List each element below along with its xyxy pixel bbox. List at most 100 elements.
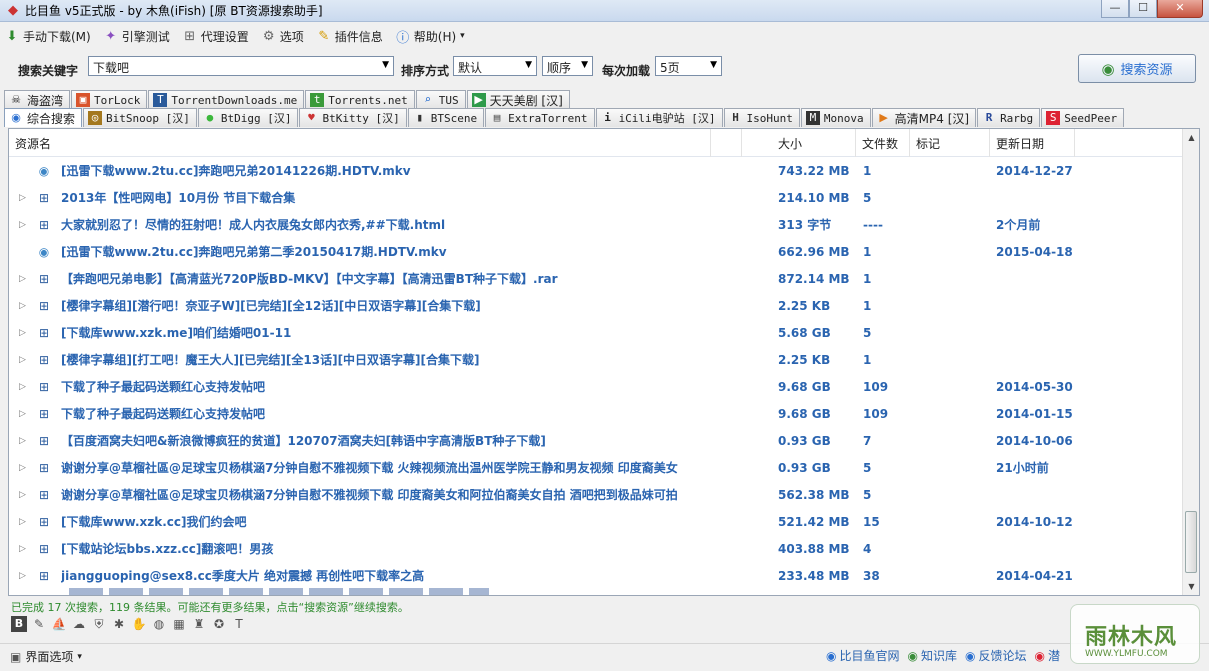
expand-arrow-icon[interactable]: ▷ [19, 482, 26, 509]
tab-pirate-bay[interactable]: ☠ 海盗湾 [4, 90, 71, 109]
row-date: 2014-01-15 [996, 407, 1073, 421]
column-header-mark[interactable]: 标记 [910, 129, 990, 157]
expand-arrow-icon[interactable]: ▷ [19, 374, 26, 401]
scroll-down-arrow-icon[interactable]: ▼ [1183, 578, 1199, 595]
tab-rarbg[interactable]: R Rarbg [977, 108, 1041, 127]
expand-arrow-icon[interactable]: ▷ [19, 293, 26, 320]
ball-icon[interactable]: ◍ [151, 616, 167, 632]
boat-icon[interactable]: ⛵ [51, 616, 67, 632]
hand-icon[interactable]: ✋ [131, 616, 147, 632]
expand-arrow-icon[interactable]: ▷ [19, 401, 26, 428]
pen-icon[interactable]: ✎ [31, 616, 47, 632]
link-label: 反馈论坛 [978, 649, 1027, 663]
shield-icon[interactable]: ⛨ [91, 616, 107, 632]
menu-manual-download[interactable]: ⬇ 手动下载(M) [4, 28, 91, 45]
menu-options[interactable]: ⚙ 选项 [261, 28, 304, 45]
wand-icon: ✦ [105, 28, 117, 44]
spider-icon[interactable]: ✱ [111, 616, 127, 632]
expand-arrow-icon[interactable]: ▷ [19, 455, 26, 482]
scroll-thumb[interactable] [1185, 511, 1197, 573]
tab-torrents-net[interactable]: t Torrents.net [305, 90, 415, 109]
table-row[interactable]: ▷ ⊞ 大家就别忍了！尽情的狂射吧！成人内衣展兔女郎内衣秀,##下载.html … [9, 212, 1183, 239]
cloud-icon[interactable]: ☁ [71, 616, 87, 632]
table-row[interactable]: ▷ ⊞ jiangguoping@sex8.cc季度大片 绝对震撼 再创性吧下载… [9, 563, 1183, 590]
bitsnoop-icon[interactable]: B [11, 616, 27, 632]
column-header-files[interactable]: 文件数 [856, 129, 910, 157]
minimize-button[interactable]: — [1101, 0, 1129, 18]
scroll-up-arrow-icon[interactable]: ▲ [1183, 129, 1199, 146]
vertical-scrollbar[interactable]: ▲ ▼ [1182, 129, 1199, 595]
folder-tree-icon: ⊞ [38, 380, 50, 394]
tab-seedpeer[interactable]: S SeedPeer [1041, 108, 1125, 127]
sort-select[interactable]: 默认 ▼ [453, 56, 537, 76]
menu-engine-test[interactable]: ✦ 引擎测试 [103, 28, 170, 45]
table-row[interactable]: ▷ ⊞ [下载库www.xzk.cc]我们约会吧 521.42 MB 15 20… [9, 509, 1183, 536]
gear-icon: ⚙ [262, 28, 275, 44]
expand-arrow-icon[interactable]: ▷ [19, 347, 26, 374]
menu-label: 代理设置 [200, 29, 249, 44]
tab-btkitty[interactable]: ♥ BtKitty [汉] [299, 108, 407, 127]
table-row[interactable]: ▷ ⊞ [樱律字幕组][打工吧！魔王大人][已完结][全13话][中日双语字幕]… [9, 347, 1183, 374]
tab-tus[interactable]: ⌕ TUS [415, 90, 466, 109]
tab-btscene[interactable]: ▮ BTScene [407, 108, 485, 127]
table-row[interactable]: ▷ ⊞ 下载了种子最起码送颗红心支持发帖吧 9.68 GB 109 2014-0… [9, 374, 1183, 401]
menu-plugin-info[interactable]: ✎ 插件信息 [316, 28, 382, 45]
monova-icon: M [805, 111, 820, 125]
table-row[interactable]: ▷ ⊞ 2013年【性吧网电】10月份 节目下载合集 214.10 MB 5 [9, 185, 1183, 212]
menu-label: 引擎测试 [121, 29, 170, 44]
row-files: 5 [863, 488, 872, 502]
expand-arrow-icon[interactable]: ▷ [19, 266, 26, 293]
tab-isohunt[interactable]: H IsoHunt [723, 108, 800, 127]
menu-help[interactable]: ⓘ 帮助(H) ▾ [395, 27, 464, 46]
row-name: 谢谢分享@草榴社區@足球宝贝杨棋涵7分钟自慰不雅视频下载 火辣视频流出温州医学院… [61, 461, 678, 475]
column-header-name[interactable]: 资源名 [9, 129, 711, 157]
ui-options-menu[interactable]: ▣ 界面选项 ▾ [10, 648, 82, 665]
film-icon[interactable]: ▦ [171, 616, 187, 632]
expand-arrow-icon[interactable]: ▷ [19, 563, 26, 590]
expand-arrow-icon[interactable]: ▷ [19, 212, 26, 239]
tz-icon[interactable]: T [231, 616, 247, 632]
column-header-size[interactable]: 大小 [772, 129, 856, 157]
table-row[interactable]: ▷ ⊞ 谢谢分享@草榴社區@足球宝贝杨棋涵7分钟自慰不雅视频下载 印度裔美女和阿… [9, 482, 1183, 509]
link-weibo[interactable]: ◉ 潜 [1035, 647, 1061, 664]
table-row[interactable]: ◉ [迅雷下载www.2tu.cc]奔跑吧兄弟20141226期.HDTV.mk… [9, 158, 1183, 185]
tab-bitsnoop[interactable]: ◎ BitSnoop [汉] [83, 108, 197, 127]
expand-arrow-icon[interactable]: ▷ [19, 536, 26, 563]
table-row[interactable]: ▷ ⊞ 【奔跑吧兄弟电影】【高清蓝光720P版BD-MKV】【中文字幕】【高清迅… [9, 266, 1183, 293]
table-row[interactable]: ▷ ⊞ 下载了种子最起码送颗红心支持发帖吧 9.68 GB 109 2014-0… [9, 401, 1183, 428]
star-icon[interactable]: ✪ [211, 616, 227, 632]
expand-arrow-icon[interactable]: ▷ [19, 509, 26, 536]
link-knowledge-base[interactable]: ◉ 知识库 [908, 647, 958, 664]
folder-tree-icon: ⊞ [38, 353, 50, 367]
order-select[interactable]: 顺序 ▼ [542, 56, 593, 76]
table-row[interactable]: ▷ ⊞ [下载站论坛bbs.xzz.cc]翻滚吧！男孩 403.88 MB 4 [9, 536, 1183, 563]
tab-tiantian-meiju[interactable]: ▶ 天天美剧 [汉] [466, 90, 570, 109]
tab-btdigg[interactable]: ● BtDigg [汉] [197, 108, 299, 127]
column-header-date[interactable]: 更新日期 [990, 129, 1075, 157]
load-pages-select[interactable]: 5页 ▼ [655, 56, 722, 76]
tab-extratorrent[interactable]: ▤ ExtraTorrent [485, 108, 595, 127]
table-row[interactable]: ▷ ⊞ [樱律字幕组][潜行吧！奈亚子W][已完结][全12话][中日双语字幕]… [9, 293, 1183, 320]
link-label: 比目鱼官网 [839, 649, 900, 663]
keyword-combo[interactable]: 下载吧 ▼ [88, 56, 394, 76]
tab-torrentdownloads[interactable]: T TorrentDownloads.me [148, 90, 305, 109]
tab-monova[interactable]: M Monova [800, 108, 871, 127]
table-row[interactable]: ▷ ⊞ 谢谢分享@草榴社區@足球宝贝杨棋涵7分钟自慰不雅视频下载 火辣视频流出温… [9, 455, 1183, 482]
maximize-button[interactable]: ☐ [1129, 0, 1157, 18]
expand-arrow-icon[interactable]: ▷ [19, 320, 26, 347]
table-row[interactable]: ▷ ⊞ 【百度酒窝夫妇吧&新浪微博疯狂的贫道】120707酒窝夫妇[韩语中字高清… [9, 428, 1183, 455]
tab-torlock[interactable]: ▣ TorLock [71, 90, 148, 109]
search-resources-button[interactable]: ◉ 搜索资源 [1078, 54, 1196, 83]
tab-hd-mp4[interactable]: ▶ 高清MP4 [汉] [871, 108, 977, 127]
table-row[interactable]: ◉ [迅雷下载www.2tu.cc]奔跑吧兄弟第二季20150417期.HDTV… [9, 239, 1183, 266]
tab-icili[interactable]: i iCili电驴站 [汉] [595, 108, 723, 127]
close-button[interactable]: ✕ [1157, 0, 1203, 18]
menu-proxy-settings[interactable]: ⊞ 代理设置 [182, 28, 249, 45]
link-feedback-forum[interactable]: ◉ 反馈论坛 [965, 647, 1027, 664]
expand-arrow-icon[interactable]: ▷ [19, 185, 26, 212]
table-row[interactable]: ▷ ⊞ [下载库www.xzk.me]咱们结婚吧01-11 5.68 GB 5 [9, 320, 1183, 347]
link-official-site[interactable]: ◉ 比目鱼官网 [826, 647, 900, 664]
tab-combined-search[interactable]: ◉ 综合搜索 [4, 108, 83, 127]
expand-arrow-icon[interactable]: ▷ [19, 428, 26, 455]
trophy-icon[interactable]: ♜ [191, 616, 207, 632]
